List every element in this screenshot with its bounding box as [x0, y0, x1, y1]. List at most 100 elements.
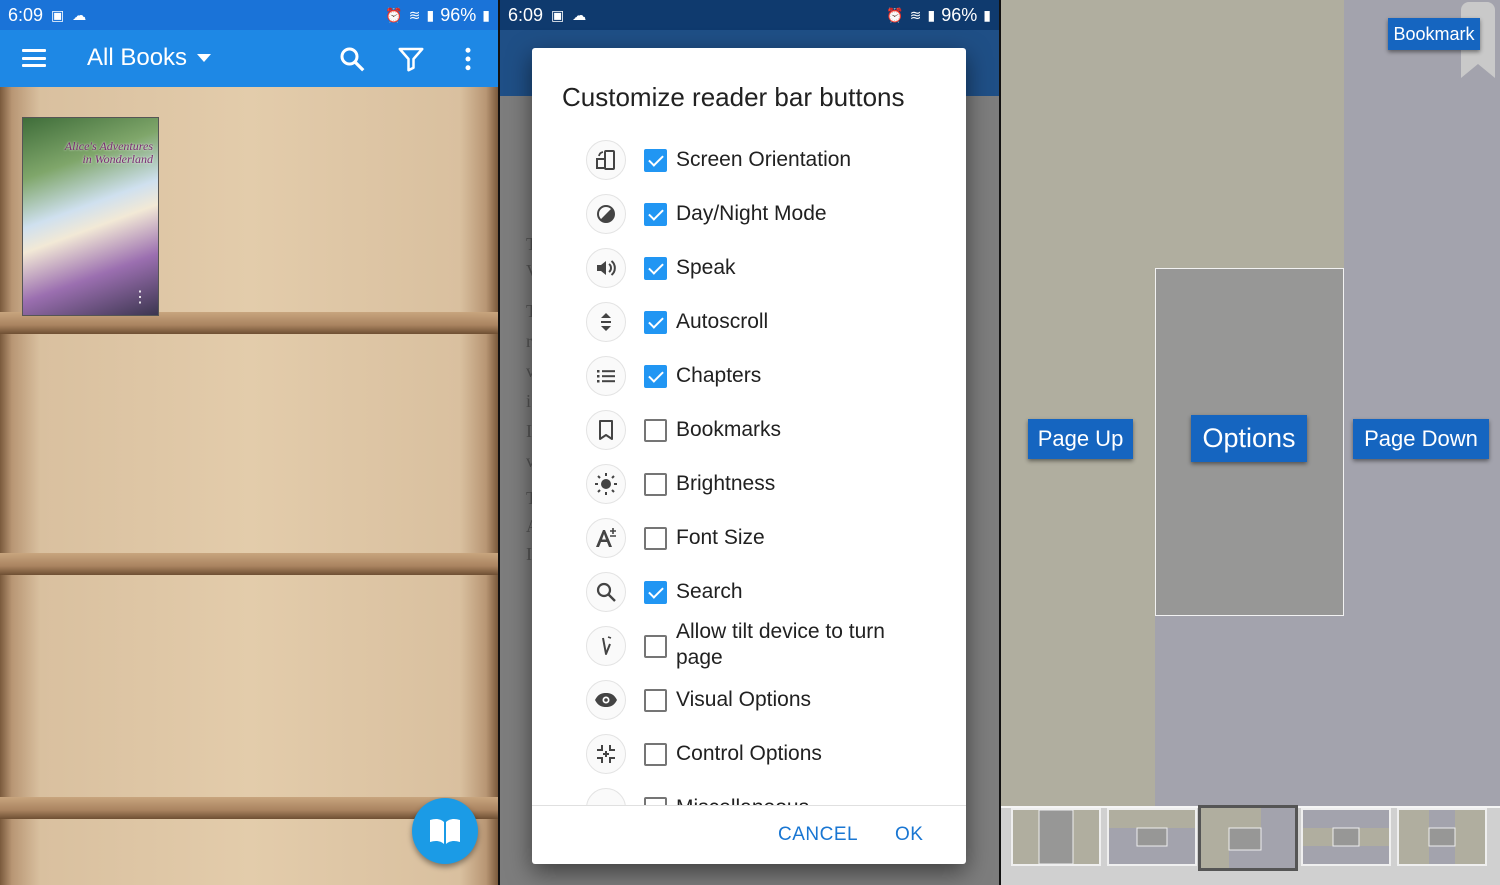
- open-reader-button[interactable]: [412, 798, 478, 864]
- bookmark-icon: [586, 410, 626, 450]
- status-time: 6:09: [8, 4, 44, 25]
- option-label: Control Options: [676, 742, 822, 765]
- reader-bar-option-list[interactable]: Screen Orientation Day/Night Mode Speak …: [532, 133, 966, 806]
- status-time: 6:09: [508, 4, 544, 25]
- option-miscellaneous[interactable]: Miscellaneous: [532, 781, 966, 806]
- option-checkbox[interactable]: [644, 311, 667, 334]
- search-icon: [586, 572, 626, 612]
- option-font-size[interactable]: Font Size: [532, 511, 966, 565]
- option-label: Screen Orientation: [676, 148, 852, 171]
- bookmark-zone-label[interactable]: Bookmark: [1388, 18, 1480, 50]
- misc-icon: [586, 788, 626, 806]
- alarm-icon: ⏰: [385, 6, 403, 23]
- search-icon[interactable]: [337, 44, 367, 74]
- day-night-icon: [586, 194, 626, 234]
- option-label: Chapters: [676, 364, 762, 387]
- option-checkbox[interactable]: [644, 473, 667, 496]
- option-screen-orientation[interactable]: Screen Orientation: [532, 133, 966, 187]
- signal-icon: ▮: [927, 6, 936, 23]
- book-cover[interactable]: Alice's Adventures in Wonderland ⋮: [22, 117, 159, 316]
- eye-icon: [586, 680, 626, 720]
- battery-level: 96%: [440, 4, 477, 25]
- option-label: Autoscroll: [676, 310, 769, 333]
- option-checkbox[interactable]: [644, 689, 667, 712]
- layout-thumbnail[interactable]: [1107, 808, 1197, 866]
- page-title: All Books: [87, 44, 188, 71]
- options-zone-label[interactable]: Options: [1191, 415, 1307, 462]
- library-filter-dropdown[interactable]: All Books: [87, 44, 212, 72]
- battery-icon: ▮: [983, 6, 991, 23]
- tap-zone-area[interactable]: [1001, 0, 1344, 268]
- more-options-icon[interactable]: [453, 44, 483, 74]
- signal-icon: ▮: [426, 6, 435, 23]
- option-speak[interactable]: Speak: [532, 241, 966, 295]
- option-checkbox[interactable]: [644, 203, 667, 226]
- option-control-options[interactable]: Control Options: [532, 727, 966, 781]
- option-checkbox[interactable]: [644, 581, 667, 604]
- option-label: Bookmarks: [676, 418, 782, 441]
- option-label: Speak: [676, 256, 736, 279]
- list-icon: [586, 356, 626, 396]
- gallery-icon: ▣: [51, 6, 65, 23]
- option-bookmarks[interactable]: Bookmarks: [532, 403, 966, 457]
- book-menu-icon[interactable]: ⋮: [132, 290, 148, 306]
- cloud-upload-icon: ☁: [572, 6, 587, 23]
- tap-zone-area[interactable]: [1001, 268, 1155, 808]
- option-checkbox[interactable]: [644, 635, 667, 658]
- status-bar: 6:09 ▣ ☁ ⏰ ≋ ▮ 96% ▮: [0, 0, 498, 30]
- tap-zones-screen: Bookmark Page Up Options Page Down: [1001, 0, 1500, 885]
- battery-icon: ▮: [482, 6, 490, 23]
- app-bar: All Books: [0, 30, 498, 87]
- option-label: Allow tilt device to turn page: [676, 620, 885, 669]
- wifi-icon: ≋: [408, 6, 421, 23]
- dropdown-arrow-icon: [197, 54, 212, 62]
- option-visual-options[interactable]: Visual Options: [532, 673, 966, 727]
- option-checkbox[interactable]: [644, 149, 667, 172]
- status-bar: 6:09 ▣ ☁ ⏰ ≋ ▮ 96% ▮: [500, 0, 999, 30]
- option-checkbox[interactable]: [644, 365, 667, 388]
- cancel-button[interactable]: CANCEL: [778, 824, 858, 846]
- option-checkbox[interactable]: [644, 419, 667, 442]
- hamburger-menu-icon[interactable]: [22, 49, 46, 67]
- speaker-icon: [586, 248, 626, 288]
- battery-level: 96%: [941, 4, 978, 25]
- option-tilt-turn-page[interactable]: Allow tilt device to turn page: [532, 619, 966, 673]
- option-checkbox[interactable]: [644, 743, 667, 766]
- layout-thumbnail[interactable]: [1397, 808, 1487, 866]
- open-book-icon: [430, 818, 460, 844]
- screen-orientation-icon: [586, 140, 626, 180]
- page-up-zone-label[interactable]: Page Up: [1028, 419, 1133, 459]
- layout-thumbnail[interactable]: [1011, 808, 1101, 866]
- option-day-night-mode[interactable]: Day/Night Mode: [532, 187, 966, 241]
- autoscroll-icon: [586, 302, 626, 342]
- option-chapters[interactable]: Chapters: [532, 349, 966, 403]
- shelf-plank: [0, 553, 498, 575]
- option-label: Search: [676, 580, 743, 603]
- page-down-zone-label[interactable]: Page Down: [1353, 419, 1489, 459]
- brightness-icon: [586, 464, 626, 504]
- font-size-icon: [586, 518, 626, 558]
- customize-reader-bar-dialog: Customize reader bar buttons Screen Orie…: [532, 48, 966, 864]
- option-label: Day/Night Mode: [676, 202, 827, 225]
- option-label: Visual Options: [676, 688, 812, 711]
- filter-icon[interactable]: [396, 44, 426, 74]
- reader-settings-screen: 6:09 ▣ ☁ ⏰ ≋ ▮ 96% ▮ T V T r v i I v T A…: [500, 0, 999, 885]
- alarm-icon: ⏰: [886, 6, 904, 23]
- page-text-fragment: i: [526, 391, 532, 411]
- layout-thumbnail[interactable]: [1301, 808, 1391, 866]
- dialog-title: Customize reader bar buttons: [562, 82, 905, 112]
- control-icon: [586, 734, 626, 774]
- option-brightness[interactable]: Brightness: [532, 457, 966, 511]
- dialog-divider: [532, 805, 966, 806]
- cloud-upload-icon: ☁: [72, 6, 87, 23]
- option-search[interactable]: Search: [532, 565, 966, 619]
- ok-button[interactable]: OK: [895, 824, 923, 846]
- layout-thumbnail-selected[interactable]: [1198, 805, 1298, 871]
- tilt-icon: [586, 626, 626, 666]
- option-checkbox[interactable]: [644, 527, 667, 550]
- option-autoscroll[interactable]: Autoscroll: [532, 295, 966, 349]
- option-label: Brightness: [676, 472, 776, 495]
- book-title: Alice's Adventures in Wonderland: [64, 139, 153, 166]
- option-checkbox[interactable]: [644, 257, 667, 280]
- option-label: Font Size: [676, 526, 765, 549]
